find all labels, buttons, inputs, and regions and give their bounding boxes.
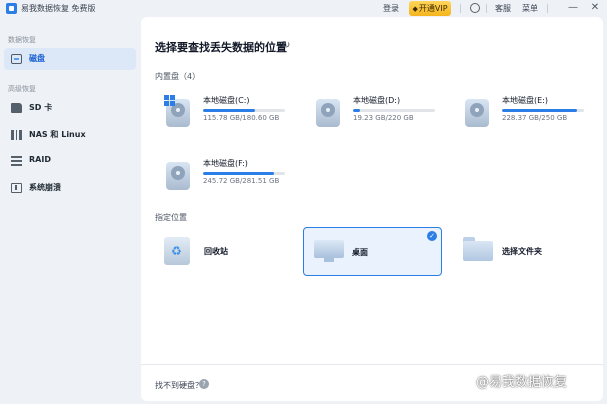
location-choose-folder[interactable]: 选择文件夹	[451, 227, 591, 276]
login-link[interactable]: 登录	[383, 3, 399, 14]
section-title-data-recovery: 数据恢复	[8, 36, 36, 44]
sidebar-item-disk[interactable]: 磁盘	[4, 48, 136, 70]
drive-usage-fill	[502, 109, 577, 112]
sd-card-icon	[11, 103, 22, 113]
app-logo-icon	[6, 3, 17, 14]
nas-icon	[11, 130, 22, 140]
location-label: 回收站	[204, 247, 228, 256]
drive-size: 228.37 GB/250 GB	[502, 114, 568, 122]
sidebar-item-sd-card[interactable]: SD 卡	[4, 97, 136, 119]
check-icon: ✓	[427, 231, 437, 241]
title-bar: 易我数据恢复 免费版 登录 ◆开通VIP 客服 菜单 — ✕	[0, 0, 607, 17]
drive-usage-fill	[353, 109, 361, 112]
drive-size: 115.78 GB/180.60 GB	[203, 114, 280, 122]
drive-usage-fill	[203, 109, 256, 112]
hard-drive-icon	[314, 97, 342, 128]
specified-location-label: 指定位置	[155, 213, 187, 222]
drive-name: 本地磁盘(D:)	[353, 96, 401, 105]
main-panel: 选择要查找丢失数据的位置 ↻ 内置盘（4） 本地磁盘(C:) 115.78 GB…	[141, 17, 603, 401]
drive-item-d[interactable]: 本地磁盘(D:) 19.23 GB/220 GB	[314, 95, 454, 135]
diamond-icon: ◆	[412, 5, 418, 13]
service-link[interactable]: 客服	[495, 3, 511, 14]
vip-button-label: 开通VIP	[418, 4, 448, 13]
internal-drives-label: 内置盘（4）	[155, 72, 201, 81]
vip-button[interactable]: ◆开通VIP	[409, 1, 451, 16]
drive-name: 本地磁盘(C:)	[203, 96, 250, 105]
location-desktop[interactable]: 桌面 ✓	[303, 227, 442, 276]
sidebar-item-label: 系统崩溃	[29, 183, 61, 192]
refresh-icon[interactable]: ↻	[282, 40, 290, 51]
hard-drive-icon	[164, 95, 192, 128]
sidebar-item-label: NAS 和 Linux	[29, 130, 86, 139]
drive-usage-bar	[203, 109, 285, 112]
recycle-bin-icon	[164, 237, 190, 265]
sidebar: 数据恢复 磁盘 高级恢复 SD 卡 NAS 和 Linux RAID 系统崩溃	[0, 17, 140, 404]
sidebar-item-raid[interactable]: RAID	[4, 150, 136, 172]
sidebar-item-system-crash[interactable]: 系统崩溃	[4, 177, 136, 199]
drive-name: 本地磁盘(F:)	[203, 159, 248, 168]
drive-size: 19.23 GB/220 GB	[353, 114, 414, 122]
divider	[141, 364, 603, 365]
separator	[460, 4, 461, 13]
separator	[547, 4, 548, 13]
location-label: 桌面	[352, 248, 368, 257]
folder-icon	[463, 237, 493, 261]
customer-service-icon[interactable]	[470, 3, 480, 13]
app-title: 易我数据恢复 免费版	[21, 4, 96, 13]
section-title-advanced: 高级恢复	[8, 85, 36, 93]
drive-item-c[interactable]: 本地磁盘(C:) 115.78 GB/180.60 GB	[164, 95, 304, 135]
raid-icon	[11, 156, 22, 166]
watermark: @易我数据恢复	[476, 375, 568, 390]
hard-drive-icon	[463, 97, 491, 128]
location-label: 选择文件夹	[502, 247, 542, 256]
close-button[interactable]: ✕	[589, 2, 601, 14]
location-recycle-bin[interactable]: 回收站	[155, 227, 295, 276]
help-icon[interactable]: ?	[199, 379, 209, 389]
sidebar-item-label: 磁盘	[29, 54, 45, 63]
drive-item-e[interactable]: 本地磁盘(E:) 228.37 GB/250 GB	[463, 95, 603, 135]
desktop-icon	[314, 238, 344, 264]
drive-size: 245.72 GB/281.51 GB	[203, 177, 280, 185]
drive-usage-bar	[502, 109, 584, 112]
page-title: 选择要查找丢失数据的位置	[155, 41, 287, 54]
system-crash-icon	[11, 183, 22, 193]
menu-link[interactable]: 菜单	[522, 3, 538, 14]
hard-drive-icon	[164, 160, 192, 191]
drive-usage-fill	[203, 172, 275, 175]
sidebar-item-nas-linux[interactable]: NAS 和 Linux	[4, 124, 136, 146]
cant-find-drive-link[interactable]: 找不到硬盘？	[155, 380, 203, 391]
windows-logo-icon	[164, 95, 175, 106]
disk-icon	[11, 54, 22, 64]
drive-usage-bar	[353, 109, 435, 112]
sidebar-item-label: SD 卡	[29, 103, 53, 112]
drive-usage-bar	[203, 172, 285, 175]
drive-name: 本地磁盘(E:)	[502, 96, 548, 105]
separator	[486, 4, 487, 13]
sidebar-item-label: RAID	[29, 155, 51, 164]
minimize-button[interactable]: —	[567, 2, 579, 14]
drive-item-f[interactable]: 本地磁盘(F:) 245.72 GB/281.51 GB	[164, 158, 304, 198]
